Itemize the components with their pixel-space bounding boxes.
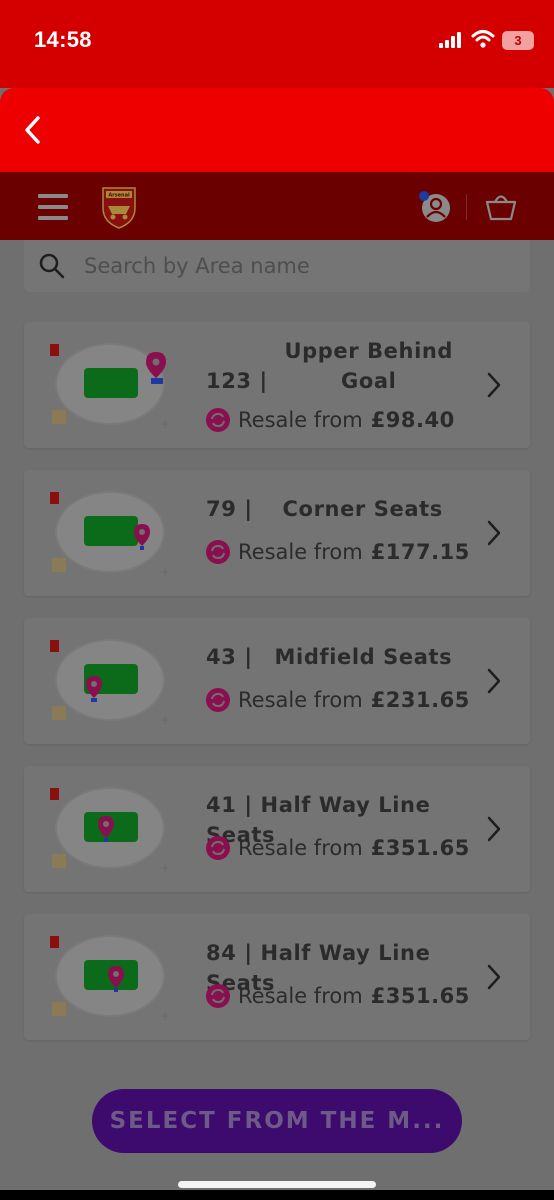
svg-text:+: +: [160, 861, 170, 875]
resale-icon: [206, 408, 230, 432]
menu-icon[interactable]: [38, 194, 68, 220]
area-number: 84 |: [206, 941, 253, 965]
home-indicator[interactable]: [178, 1181, 376, 1188]
area-title: 79 | Corner Seats: [206, 494, 476, 524]
stadium-map: +: [50, 491, 170, 579]
price-label: Resale from: [238, 540, 363, 564]
sheet-header: [0, 88, 554, 172]
resale-icon: [206, 984, 230, 1008]
chevron-right-icon: [487, 520, 501, 546]
price-label: Resale from: [238, 984, 363, 1008]
back-button[interactable]: [18, 112, 48, 148]
area-number: 43 |: [206, 645, 253, 669]
price-amount: £231.65: [370, 688, 470, 712]
battery-icon: 3: [502, 31, 534, 50]
area-price: Resale from £98.40: [206, 408, 455, 432]
basket-icon[interactable]: [484, 190, 518, 222]
area-card[interactable]: + 79 | Corner Seats Resale from £177.15: [24, 470, 530, 596]
stadium-map: +: [50, 787, 170, 875]
search-box: [24, 240, 530, 292]
status-bar: 14:58 3: [0, 0, 554, 88]
area-title: 43 | Midfield Seats: [206, 642, 476, 672]
resale-icon: [206, 688, 230, 712]
area-price: Resale from £351.65: [206, 984, 470, 1008]
price-amount: £351.65: [370, 984, 470, 1008]
chevron-right-icon: [487, 816, 501, 842]
area-card[interactable]: + 123 | Upper Behind Goal Resale from £9…: [24, 322, 530, 448]
chevron-right-icon: [487, 668, 501, 694]
svg-text:+: +: [160, 713, 170, 727]
area-name: Corner Seats: [282, 497, 443, 521]
chevron-left-icon: [25, 116, 40, 144]
nav-divider: [466, 194, 467, 220]
svg-text:+: +: [160, 1009, 170, 1023]
area-list: + 123 | Upper Behind Goal Resale from £9…: [24, 322, 530, 1062]
area-number: 79 |: [206, 497, 253, 521]
bottom-bar: [0, 1190, 554, 1200]
price-amount: £177.15: [370, 540, 470, 564]
svg-text:+: +: [160, 417, 170, 431]
area-number: 123 |: [206, 369, 268, 393]
signal-icon: [439, 32, 465, 48]
select-from-map-button[interactable]: SELECT FROM THE M...: [92, 1089, 462, 1153]
svg-text:+: +: [160, 565, 170, 579]
price-label: Resale from: [238, 408, 363, 432]
club-logo[interactable]: Arsenal: [100, 184, 138, 230]
search-icon: [39, 253, 65, 279]
price-label: Resale from: [238, 688, 363, 712]
price-amount: £351.65: [370, 836, 470, 860]
resale-icon: [206, 836, 230, 860]
stadium-map: +: [50, 343, 170, 431]
wifi-icon: [471, 30, 495, 48]
area-price: Resale from £231.65: [206, 688, 470, 712]
area-card[interactable]: + 43 | Midfield Seats Resale from £231.6…: [24, 618, 530, 744]
stadium-map: +: [50, 639, 170, 727]
account-icon[interactable]: [418, 190, 452, 224]
chevron-right-icon: [487, 372, 501, 398]
site-nav: Arsenal: [0, 172, 554, 240]
price-amount: £98.40: [370, 408, 455, 432]
area-number: 41 |: [206, 793, 253, 817]
area-name: Midfield Seats: [274, 645, 453, 669]
stadium-map: +: [50, 935, 170, 1023]
chevron-right-icon: [487, 964, 501, 990]
status-time: 14:58: [34, 27, 92, 52]
area-price: Resale from £177.15: [206, 540, 470, 564]
area-name: Upper Behind Goal: [284, 339, 454, 393]
price-label: Resale from: [238, 836, 363, 860]
area-card[interactable]: + 84 | Half Way Line Seats Resale from £…: [24, 914, 530, 1040]
area-title: 123 | Upper Behind Goal: [206, 336, 476, 396]
area-price: Resale from £351.65: [206, 836, 470, 860]
resale-icon: [206, 540, 230, 564]
logo-text: Arsenal: [108, 193, 130, 199]
area-card[interactable]: + 41 | Half Way Line Seats Resale from £…: [24, 766, 530, 892]
search-input[interactable]: [84, 246, 514, 286]
